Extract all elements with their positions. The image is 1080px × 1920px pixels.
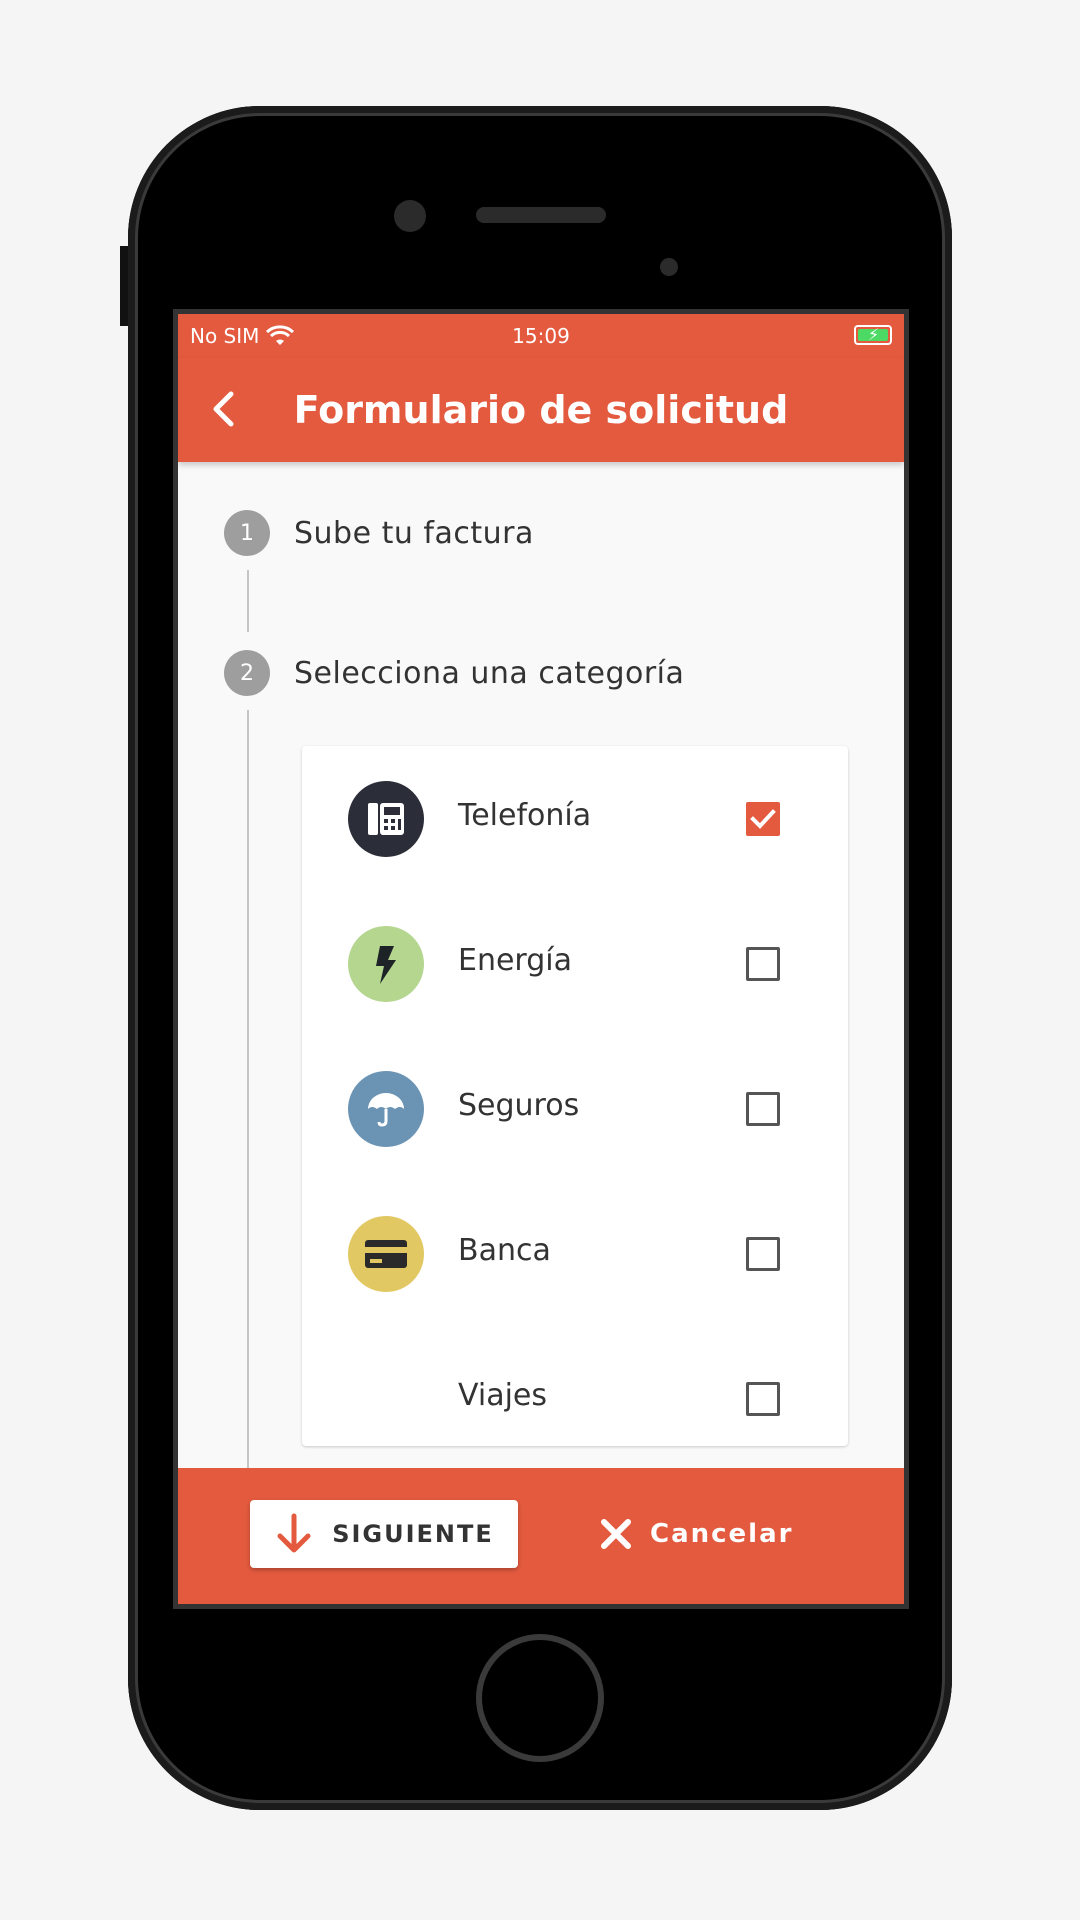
category-row-seguros[interactable]: Seguros [302, 1036, 848, 1181]
category-label: Banca [458, 1233, 551, 1268]
page-title: Formulario de solicitud [293, 388, 789, 432]
lightning-icon [348, 926, 424, 1002]
bottom-action-bar: SIGUIENTE Cancelar [178, 1468, 904, 1604]
status-time: 15:09 [512, 324, 570, 348]
category-label: Viajes [458, 1378, 548, 1413]
step-number-badge: 2 [224, 650, 270, 696]
step-2[interactable]: 2 Selecciona una categoría [224, 650, 684, 696]
earpiece-speaker [476, 207, 606, 223]
category-label: Energía [458, 943, 572, 978]
category-checkbox[interactable] [746, 1092, 780, 1126]
category-row-viajes[interactable]: Viajes [302, 1326, 848, 1471]
category-checkbox[interactable] [746, 947, 780, 981]
category-list-card: Telefonía Energía Seguros Banca Viajes [302, 746, 848, 1446]
arrow-down-icon [277, 1513, 311, 1553]
category-row-energia[interactable]: Energía [302, 891, 848, 1036]
close-icon [601, 1519, 631, 1549]
phone-icon [348, 781, 424, 857]
status-bar: No SIM 15:09 ⚡ [178, 314, 904, 358]
side-button [120, 246, 128, 326]
step-label: Sube tu factura [294, 515, 534, 551]
credit-card-icon [348, 1216, 424, 1292]
category-label: Telefonía [458, 798, 592, 833]
next-button-label: SIGUIENTE [332, 1520, 494, 1548]
category-label: Seguros [458, 1088, 580, 1123]
next-button[interactable]: SIGUIENTE [250, 1500, 518, 1568]
checkmark-icon [750, 809, 776, 829]
app-screen: No SIM 15:09 ⚡ Formulario de solicitud 1… [173, 309, 909, 1609]
front-camera [394, 200, 426, 232]
cancel-button-label: Cancelar [650, 1519, 794, 1549]
category-row-telefonia[interactable]: Telefonía [302, 746, 848, 891]
category-row-banca[interactable]: Banca [302, 1181, 848, 1326]
step-connector-line [247, 710, 249, 1470]
home-button[interactable] [476, 1634, 604, 1762]
app-bar: Formulario de solicitud [178, 358, 904, 462]
step-connector-line [247, 570, 249, 632]
step-label: Selecciona una categoría [294, 655, 685, 691]
cancel-button[interactable]: Cancelar [598, 1500, 838, 1568]
umbrella-icon [348, 1071, 424, 1147]
category-checkbox[interactable] [746, 1237, 780, 1271]
category-checkbox-checked[interactable] [746, 802, 780, 836]
proximity-sensor [660, 258, 678, 276]
step-number-badge: 1 [224, 510, 270, 556]
category-checkbox[interactable] [746, 1382, 780, 1416]
battery-icon: ⚡ [854, 325, 892, 345]
step-1[interactable]: 1 Sube tu factura [224, 510, 534, 556]
